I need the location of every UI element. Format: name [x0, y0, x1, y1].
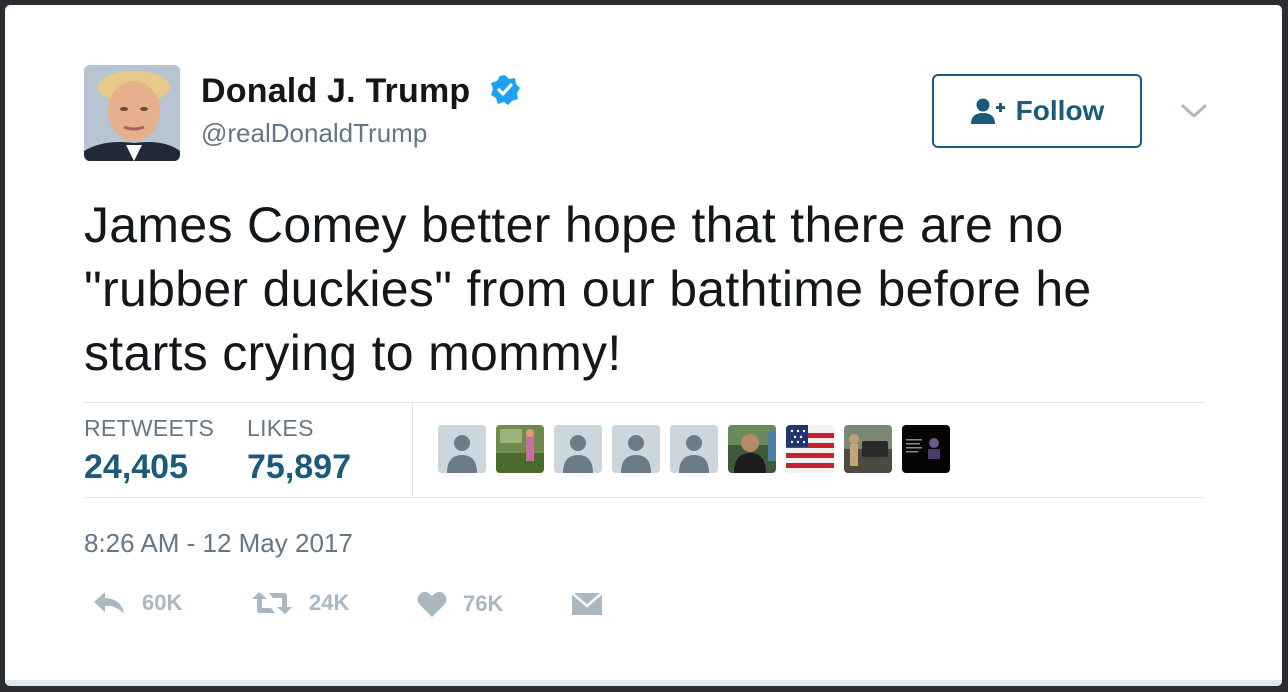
liker-avatar-photo[interactable]: [728, 425, 776, 473]
liker-avatar-photo[interactable]: [844, 425, 892, 473]
card-bottom-border: [5, 680, 1282, 686]
likes-value: 75,897: [247, 448, 351, 486]
retweet-icon: [252, 592, 292, 614]
reply-count: 60K: [142, 590, 183, 615]
tweet-timestamp[interactable]: 8:26 AM - 12 May 2017: [84, 528, 353, 559]
verified-badge-icon: [491, 75, 520, 105]
envelope-icon: [571, 592, 603, 615]
tweet-text: James Comey better hope that there are n…: [84, 193, 1194, 385]
follow-button-label: Follow: [1015, 95, 1105, 126]
tweet-line: James Comey better hope that there are n…: [84, 197, 1064, 253]
tweet-line: starts crying to mommy!: [84, 325, 622, 381]
tweet-line: "rubber duckies" from our bathtime befor…: [84, 261, 1092, 317]
retweets-stat[interactable]: RETWEETS 24,405: [84, 415, 214, 487]
retweets-value: 24,405: [84, 448, 188, 486]
user-name[interactable]: Donald J. Trump: [201, 72, 470, 111]
like-button[interactable]: 76K: [417, 590, 503, 618]
reply-icon: [94, 592, 124, 614]
user-avatar[interactable]: [84, 65, 180, 161]
reply-button[interactable]: 60K: [92, 590, 182, 616]
follow-user-icon: [970, 98, 1005, 124]
liker-avatar-default[interactable]: [438, 425, 486, 473]
tweet-card: Donald J. Trump @realDonaldTrump Follow …: [5, 5, 1282, 686]
likes-stat[interactable]: LIKES 75,897: [247, 415, 351, 487]
liker-avatar-default[interactable]: [554, 425, 602, 473]
liker-avatar-default[interactable]: [670, 425, 718, 473]
liker-avatar-photo[interactable]: [902, 425, 950, 473]
liker-avatar-flag[interactable]: [786, 425, 834, 473]
retweet-button[interactable]: 24K: [251, 590, 349, 616]
chevron-down-icon[interactable]: [1180, 101, 1208, 121]
liker-avatar-photo[interactable]: [496, 425, 544, 473]
tweet-stats: RETWEETS 24,405 LIKES 75,897: [84, 402, 1204, 498]
stats-divider: [412, 403, 413, 497]
direct-message-button[interactable]: [571, 590, 603, 618]
like-count: 76K: [463, 591, 504, 616]
retweet-count: 24K: [309, 590, 350, 615]
likes-label: LIKES: [247, 415, 314, 441]
heart-icon: [417, 591, 447, 617]
likers-list: [438, 425, 950, 473]
liker-avatar-default[interactable]: [612, 425, 660, 473]
retweets-label: RETWEETS: [84, 415, 215, 441]
user-handle[interactable]: @realDonaldTrump: [201, 118, 427, 149]
follow-button[interactable]: Follow: [932, 74, 1142, 148]
